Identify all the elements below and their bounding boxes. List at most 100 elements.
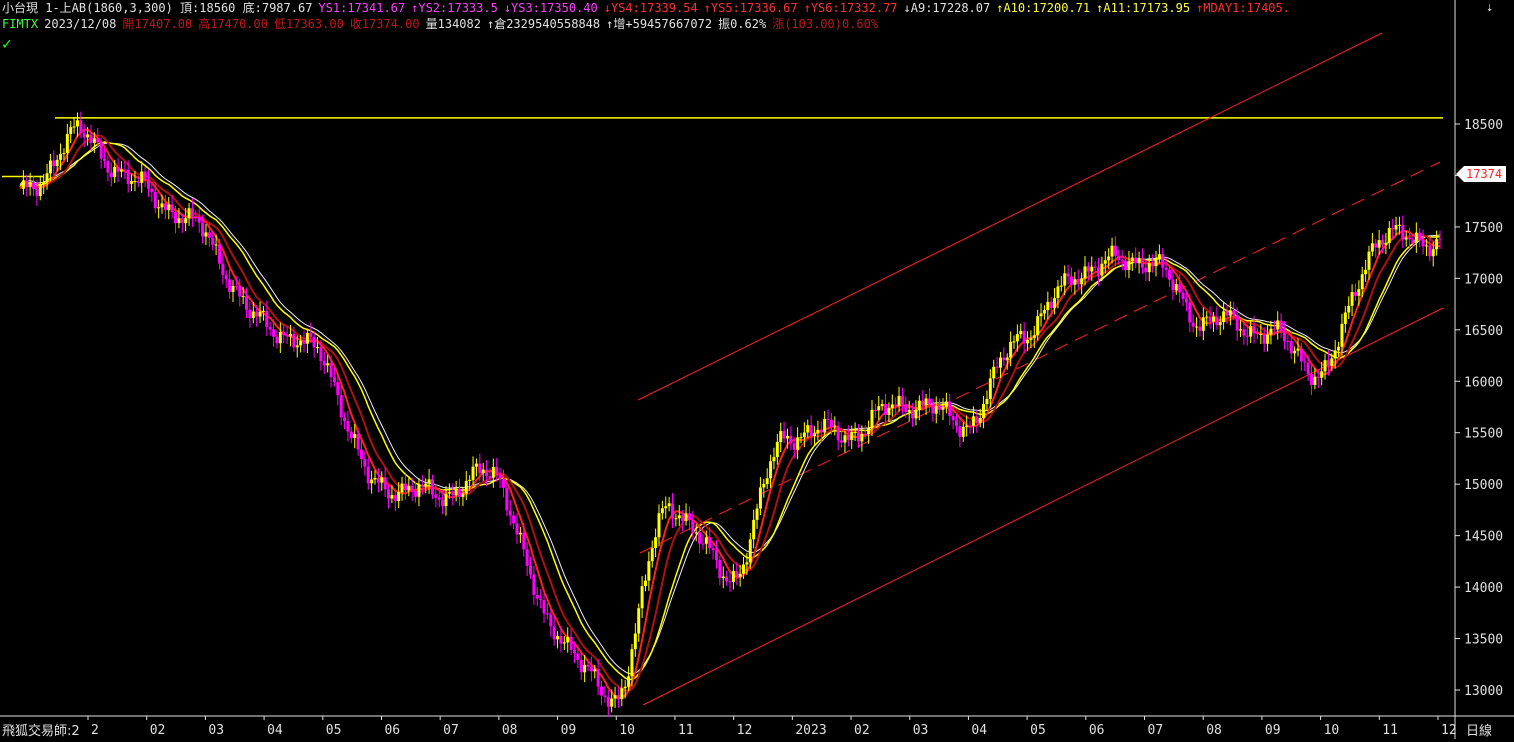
candle-body xyxy=(1282,330,1286,341)
candle-body xyxy=(701,543,705,545)
candle-body xyxy=(1097,267,1101,276)
candle-body xyxy=(671,503,675,519)
candle-body xyxy=(704,537,708,544)
x-tick-label: 02 xyxy=(854,723,870,738)
candle-body xyxy=(65,133,69,154)
candle-body xyxy=(694,532,698,534)
candle-body xyxy=(1279,320,1283,331)
candle-body xyxy=(464,481,468,494)
candle-body xyxy=(1053,298,1057,308)
candle-body xyxy=(1195,326,1199,328)
candle-body xyxy=(491,466,495,478)
candle-body xyxy=(529,565,533,575)
candle-body xyxy=(1411,239,1415,243)
candle-body xyxy=(772,457,776,462)
candle-body xyxy=(424,483,428,487)
candle-body xyxy=(1191,322,1195,327)
candle-body xyxy=(454,488,458,495)
candle-body xyxy=(187,208,191,219)
candle-body xyxy=(1225,311,1229,316)
y-tick-label: 15000 xyxy=(1464,478,1503,493)
header-line2-item: 量134082 xyxy=(425,17,481,31)
candle-body xyxy=(1103,260,1107,264)
candle-body xyxy=(1164,267,1168,270)
candle-body xyxy=(380,477,384,483)
candle-body xyxy=(1364,269,1368,275)
candle-body xyxy=(228,279,232,292)
candle-body xyxy=(1269,328,1273,335)
candle-body xyxy=(633,633,637,650)
header-line2-item: FIMTX xyxy=(2,17,39,31)
candle-body xyxy=(150,188,154,192)
candle-body xyxy=(430,479,434,495)
candle-body xyxy=(194,217,198,219)
header-line2-item: 漲(103.00)0.60% xyxy=(772,17,879,31)
candle-body xyxy=(518,532,522,535)
candle-body xyxy=(201,222,205,237)
candle-body xyxy=(52,160,56,167)
check-icon[interactable]: ✓ xyxy=(2,36,12,52)
candle-body xyxy=(775,442,779,458)
x-tick-label: 07 xyxy=(443,723,459,738)
x-tick-label: 04 xyxy=(267,723,283,738)
candle-body xyxy=(1293,350,1297,354)
candle-body xyxy=(1107,256,1111,261)
candle-body xyxy=(133,181,137,183)
price-chart-svg[interactable]: 13000 13500 14000 14500 15000 15500 16000 16500… xyxy=(0,0,1514,739)
candle-body xyxy=(1218,322,1222,326)
candle-body xyxy=(731,571,735,582)
candle-body xyxy=(1026,339,1030,344)
candle-body xyxy=(103,158,107,161)
candle-body xyxy=(843,435,847,443)
candle-body xyxy=(1181,292,1185,300)
header-line2-item: ↑倉2329540558848 xyxy=(486,17,601,31)
candle-body xyxy=(1377,240,1381,248)
candle-body xyxy=(630,649,634,677)
x-tick-label: 11 xyxy=(1382,723,1398,738)
candle-body xyxy=(836,426,840,441)
candle-body xyxy=(184,218,188,224)
candle-body xyxy=(1012,341,1016,343)
candle-body xyxy=(762,483,766,488)
candle-body xyxy=(79,120,83,134)
candle-body xyxy=(221,263,225,275)
candle-body xyxy=(1330,358,1334,366)
candle-body xyxy=(846,435,850,441)
candle-body xyxy=(579,659,583,673)
candle-body xyxy=(1370,243,1374,252)
candle-body xyxy=(927,398,931,405)
period-selector[interactable]: 日線 xyxy=(1466,720,1492,739)
scroll-down-icon[interactable]: ⇣ xyxy=(1486,0,1493,14)
candle-body xyxy=(461,493,465,498)
ma-yellow-line xyxy=(19,141,1441,681)
candle-body xyxy=(25,180,29,188)
candle-body xyxy=(596,669,600,687)
candle-body xyxy=(917,400,921,411)
candle-body xyxy=(282,332,286,336)
chart-area[interactable]: 13000 13500 14000 14500 15000 15500 16000 16500… xyxy=(0,0,1514,739)
x-tick-label: 08 xyxy=(502,723,518,738)
candle-body xyxy=(1374,243,1378,248)
candle-body xyxy=(1127,261,1131,271)
header-line2-item: 開17407.00 xyxy=(122,17,193,31)
header-line1-item: YS1:17341.67 xyxy=(318,1,406,15)
candle-body xyxy=(312,336,316,348)
candle-body xyxy=(789,435,793,444)
candle-body xyxy=(468,479,472,482)
candle-body xyxy=(708,537,712,549)
candle-body xyxy=(1208,316,1212,322)
candle-body xyxy=(1083,266,1087,279)
candle-body xyxy=(288,333,292,337)
candle-body xyxy=(600,686,604,696)
candle-body xyxy=(890,404,894,408)
candle-body xyxy=(508,510,512,516)
x-tick-label: 07 xyxy=(1148,723,1164,738)
candle-body xyxy=(305,332,309,344)
candle-body xyxy=(684,513,688,522)
candle-body xyxy=(1404,237,1408,240)
candle-body xyxy=(1320,371,1324,378)
channel-lower-line xyxy=(642,307,1444,706)
candle-body xyxy=(627,676,631,687)
candle-body xyxy=(826,419,830,421)
candle-body xyxy=(1134,257,1138,264)
